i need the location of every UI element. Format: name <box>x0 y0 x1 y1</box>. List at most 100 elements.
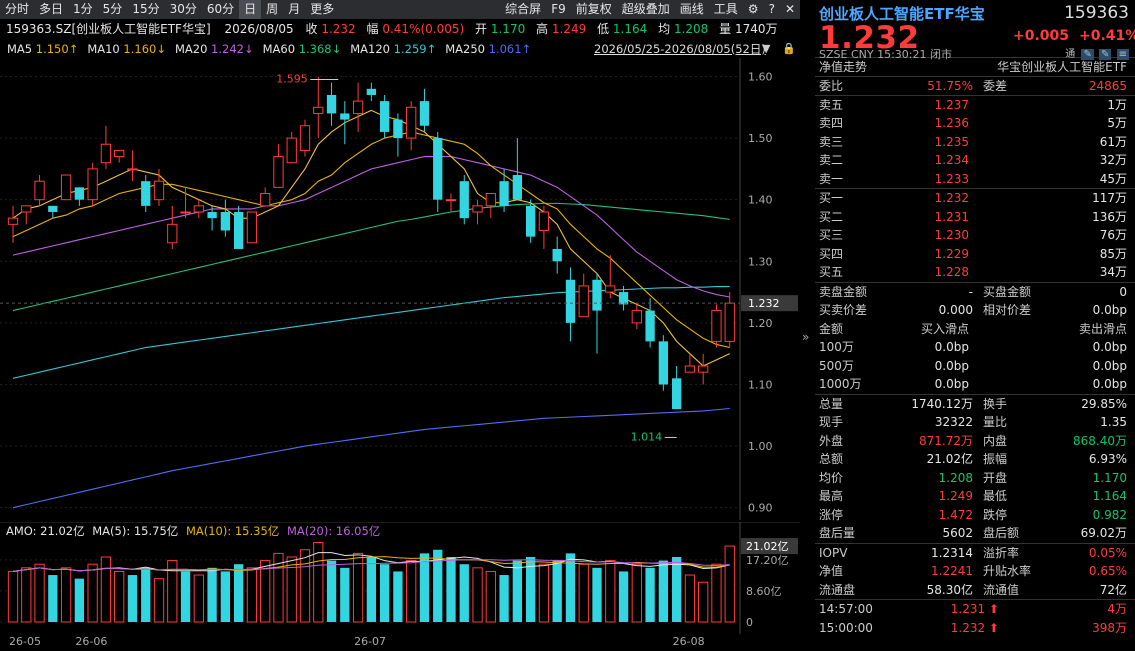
close-icon[interactable]: ✕ <box>780 0 800 19</box>
volume-bar <box>512 560 523 622</box>
x-tick-label: 26-08 <box>672 635 705 648</box>
slip-col-amount: 金额 <box>819 321 844 336</box>
volume-bar <box>698 581 709 623</box>
avg-value: 1.208 <box>673 22 709 36</box>
ask-row[interactable]: 卖二 1.234 32万 <box>815 151 1135 170</box>
ma-label: MA120 <box>350 42 394 56</box>
volume-bar <box>233 564 244 622</box>
stat-label: 盘后量 <box>819 526 856 540</box>
y-tick-label: 1.20 <box>748 317 773 330</box>
stat-row: 总额 21.02亿 振幅 6.93% <box>815 450 1135 469</box>
period-tab[interactable]: 日 <box>239 0 262 19</box>
candle[interactable] <box>60 174 72 201</box>
candle[interactable] <box>658 335 669 391</box>
settings-icon[interactable]: ⚙ <box>743 0 764 19</box>
volume-bar <box>671 556 682 622</box>
tool-button[interactable]: F9 <box>546 0 571 19</box>
bid-row[interactable]: 买二 1.231 136万 <box>815 208 1135 227</box>
volume-bar <box>21 567 32 623</box>
stats-rows: 总量 1740.12万 换手 29.85% 现手 32322 量比 1.35 外盘 871.72万… <box>815 393 1135 543</box>
tool-button[interactable]: 超级叠加 <box>617 0 675 19</box>
nav-label: 升贴水率 <box>983 564 1032 578</box>
volume-bar <box>631 563 642 623</box>
period-tab[interactable]: 分时 <box>0 0 34 19</box>
date-range[interactable]: 2026/05/25-2026/08/05(52日) <box>594 40 766 58</box>
nav-value: 0.65% <box>1088 564 1127 578</box>
tool-button[interactable]: 工具 <box>709 0 743 19</box>
period-tab[interactable]: 30分 <box>165 0 202 19</box>
ask-row[interactable]: 卖五 1.237 1万 <box>815 96 1135 115</box>
slippage-row: 1000万 0.0bp 0.0bp <box>815 375 1135 394</box>
edit-icon[interactable]: ✎ <box>1081 49 1094 60</box>
volume-bar <box>260 560 271 623</box>
notify-icon[interactable]: 通 <box>1065 49 1075 60</box>
period-tab[interactable]: 更多 <box>305 0 339 19</box>
more-icon[interactable]: ≡ <box>1116 49 1129 60</box>
tick-time: 14:57:00 <box>819 602 873 616</box>
volume-bar <box>711 563 722 623</box>
ask-volume: 32万 <box>1099 153 1127 167</box>
bid-price: 1.231 <box>934 209 969 224</box>
candle[interactable] <box>459 175 469 225</box>
volume-bar <box>658 560 669 622</box>
period-tab[interactable]: 周 <box>261 0 283 19</box>
period-tab[interactable]: 60分 <box>202 0 239 19</box>
volume-bar <box>419 553 430 622</box>
ask-row[interactable]: 卖三 1.235 61万 <box>815 133 1135 152</box>
tool-button[interactable]: 综合屏 <box>500 0 546 19</box>
period-tab[interactable]: 1分 <box>68 0 98 19</box>
nav-value: 0.05% <box>1088 545 1127 560</box>
nav-row: 流通盘 58.30亿 流通值 72亿 <box>815 581 1135 600</box>
candle[interactable] <box>525 199 536 243</box>
candle[interactable] <box>87 162 98 206</box>
tool-button[interactable]: 画线 <box>675 0 709 19</box>
tick-time: 15:00:00 <box>819 620 873 635</box>
candlestick-chart[interactable]: 1.60 1.50 1.40 1.30 1.20 1.10 1.00 0.90 1.232 1.5… <box>0 58 800 520</box>
last-price-text: 1.232 <box>748 297 780 310</box>
candle[interactable] <box>246 211 258 244</box>
draw-icon[interactable]: ✎ <box>1099 49 1112 60</box>
tool-button[interactable]: 前复权 <box>571 0 617 19</box>
volume-bar <box>60 567 72 623</box>
bid-row[interactable]: 买三 1.230 76万 <box>815 226 1135 245</box>
period-tab[interactable]: 15分 <box>127 0 164 19</box>
period-tab[interactable]: 多日 <box>34 0 68 19</box>
panel-collapse-icon[interactable]: » <box>802 330 809 344</box>
stat-label: 总额 <box>819 452 844 466</box>
bid-row[interactable]: 买一 1.232 117万 <box>815 189 1135 208</box>
bid-label: 买四 <box>819 246 844 261</box>
stat-value: 871.72万 <box>919 433 973 448</box>
period-tab[interactable]: 月 <box>283 0 305 19</box>
ask-row[interactable]: 卖四 1.236 5万 <box>815 114 1135 133</box>
ask-label: 卖四 <box>819 116 844 130</box>
bid-row[interactable]: 买五 1.228 34万 <box>815 263 1135 282</box>
period-tab[interactable]: 5分 <box>98 0 128 19</box>
volume-bar <box>393 571 403 622</box>
volume-bar <box>7 570 19 623</box>
volume-bar <box>34 563 45 623</box>
bid-label: 买三 <box>819 228 844 242</box>
stat-row: 总量 1740.12万 换手 29.85% <box>815 395 1135 414</box>
slip-amount: 1000万 <box>819 377 862 391</box>
volume-bar <box>87 563 98 623</box>
tick-price: 1.232 ⬆ <box>950 620 999 635</box>
low-value: 1.164 <box>612 22 648 36</box>
volume-tick-label: 21.02亿 <box>746 540 789 553</box>
volume-bar <box>207 567 217 622</box>
candle[interactable] <box>379 94 390 139</box>
ask-volume: 1万 <box>1107 97 1127 112</box>
amount-label: 买卖价差 <box>819 303 868 317</box>
help-icon[interactable]: ? <box>764 0 780 19</box>
high-label: 高 <box>536 22 549 36</box>
tick-volume: 398万 <box>1092 620 1127 635</box>
stat-value: 32322 <box>934 415 973 429</box>
lock-icon[interactable]: 🔒 <box>782 40 796 58</box>
ask-row[interactable]: 卖一 1.233 45万 <box>815 170 1135 189</box>
ma-legend-item: MA5 1.150↑ <box>7 40 78 58</box>
slip-buy: 0.0bp <box>934 377 969 391</box>
bid-row[interactable]: 买四 1.229 85万 <box>815 245 1135 264</box>
candle[interactable] <box>233 205 244 249</box>
candle[interactable] <box>711 304 722 348</box>
range-dropdown-icon[interactable]: ▼ <box>762 40 770 58</box>
stat-row: 最高 1.249 最低 1.164 <box>815 487 1135 506</box>
